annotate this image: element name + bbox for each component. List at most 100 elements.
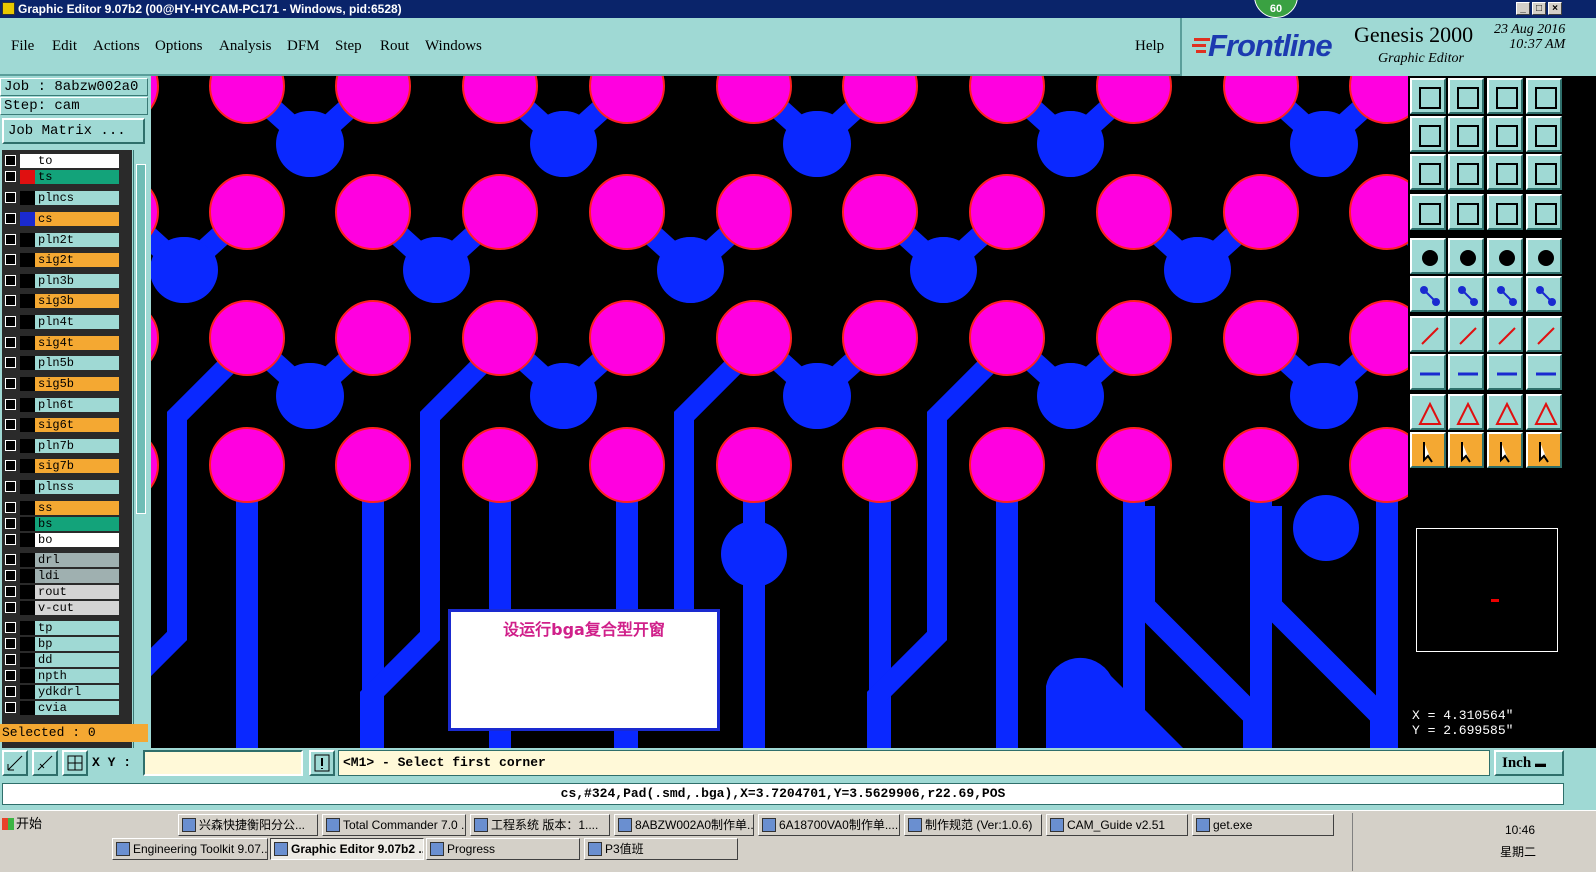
layer-checkbox[interactable] bbox=[5, 316, 16, 327]
layer-row-ydkdrl[interactable]: ydkdrl bbox=[2, 684, 120, 700]
bga-pad[interactable] bbox=[151, 76, 159, 123]
layer-row-tp[interactable]: tp bbox=[2, 620, 120, 636]
layer-checkbox[interactable] bbox=[5, 275, 16, 286]
menu-analysis[interactable]: Analysis bbox=[219, 38, 272, 55]
pan-right-icon[interactable] bbox=[1448, 116, 1484, 152]
bga-pad[interactable] bbox=[151, 428, 159, 502]
move-point-icon[interactable] bbox=[1487, 276, 1523, 312]
layer-color-swatch[interactable] bbox=[20, 480, 35, 494]
via[interactable] bbox=[276, 363, 342, 429]
layer-row-cvia[interactable]: cvia bbox=[2, 700, 120, 716]
layer-row-bp[interactable]: bp bbox=[2, 636, 120, 652]
bga-pad[interactable] bbox=[589, 174, 665, 250]
bga-pad[interactable] bbox=[1096, 174, 1172, 250]
layer-color-swatch[interactable] bbox=[20, 653, 35, 667]
close-button[interactable]: × bbox=[1548, 2, 1562, 15]
line-angle-icon[interactable] bbox=[1410, 316, 1446, 352]
layer-row-sig3b[interactable]: sig3b bbox=[2, 293, 120, 309]
layer-checkbox[interactable] bbox=[5, 622, 16, 633]
line-icon[interactable] bbox=[1448, 354, 1484, 390]
via[interactable] bbox=[530, 363, 596, 429]
layer-color-swatch[interactable] bbox=[20, 439, 35, 453]
layer-checkbox[interactable] bbox=[5, 460, 16, 471]
layer-color-swatch[interactable] bbox=[20, 294, 35, 308]
taskbar-item[interactable]: Graphic Editor 9.07b2 ... bbox=[270, 838, 424, 860]
select-area-icon[interactable] bbox=[1487, 432, 1523, 468]
layer-checkbox[interactable] bbox=[5, 378, 16, 389]
layer-checkbox[interactable] bbox=[5, 234, 16, 245]
layer-checkbox[interactable] bbox=[5, 254, 16, 265]
resize-icon[interactable] bbox=[1487, 354, 1523, 390]
taskbar-item[interactable]: CAM_Guide v2.51 bbox=[1046, 814, 1188, 836]
layer-checkbox[interactable] bbox=[5, 518, 16, 529]
menu-dfm[interactable]: DFM bbox=[287, 38, 320, 55]
layer-row-bs[interactable]: bs bbox=[2, 516, 120, 532]
layer-row-sig5b[interactable]: sig5b bbox=[2, 376, 120, 392]
layer-compare-icon[interactable] bbox=[1487, 194, 1523, 230]
layer-row-sig7b[interactable]: sig7b bbox=[2, 458, 120, 474]
layer-color-swatch[interactable] bbox=[20, 621, 35, 635]
taskbar-item[interactable]: get.exe bbox=[1192, 814, 1334, 836]
layer-checkbox[interactable] bbox=[5, 686, 16, 697]
layer-color-swatch[interactable] bbox=[20, 377, 35, 391]
pcb-drawing[interactable] bbox=[151, 76, 1408, 748]
layer-checkbox[interactable] bbox=[5, 702, 16, 713]
graphic-canvas[interactable]: 设运行bga复合型开窗 bbox=[151, 76, 1408, 748]
via[interactable] bbox=[783, 363, 849, 429]
layer-row-ldi[interactable]: ldi bbox=[2, 568, 120, 584]
bga-pad[interactable] bbox=[1096, 300, 1172, 376]
layer-color-swatch[interactable] bbox=[20, 601, 35, 615]
redraw-icon[interactable] bbox=[1526, 116, 1562, 152]
taskbar-item[interactable]: 8ABZW002A0制作单.... bbox=[614, 814, 754, 836]
layer-row-sig2t[interactable]: sig2t bbox=[2, 252, 120, 268]
bga-pad[interactable] bbox=[462, 300, 538, 376]
layer-checkbox[interactable] bbox=[5, 155, 16, 166]
menu-edit[interactable]: Edit bbox=[52, 38, 77, 55]
trace[interactable] bbox=[151, 358, 235, 748]
bga-pad[interactable] bbox=[1223, 427, 1299, 503]
layer-color-swatch[interactable] bbox=[20, 336, 35, 350]
bga-pad[interactable] bbox=[589, 300, 665, 376]
via[interactable] bbox=[1290, 363, 1356, 429]
layer-color-swatch[interactable] bbox=[20, 274, 35, 288]
scroll-thumb[interactable] bbox=[136, 164, 146, 514]
copper-area[interactable] bbox=[1046, 657, 1191, 748]
pan-left-icon[interactable] bbox=[1410, 116, 1446, 152]
layer-row-pln5b[interactable]: pln5b bbox=[2, 355, 120, 371]
layer-row-drl[interactable]: drl bbox=[2, 552, 120, 568]
layer-checkbox[interactable] bbox=[5, 295, 16, 306]
taskbar-item[interactable]: 6A18700VA0制作单.... bbox=[758, 814, 900, 836]
layer-color-swatch[interactable] bbox=[20, 701, 35, 715]
add-shape-icon[interactable] bbox=[1448, 238, 1484, 274]
bga-pad[interactable] bbox=[1349, 174, 1408, 250]
layer-checkbox[interactable] bbox=[5, 440, 16, 451]
layer-color-swatch[interactable] bbox=[20, 459, 35, 473]
layer-color-swatch[interactable] bbox=[20, 154, 35, 168]
snap-tool-icon[interactable] bbox=[1410, 194, 1446, 230]
taskbar-item[interactable]: 兴森快捷衡阳分公... bbox=[178, 814, 318, 836]
taskbar-item[interactable]: P3值班 bbox=[584, 838, 738, 860]
layer-color-swatch[interactable] bbox=[20, 585, 35, 599]
taskbar-item[interactable]: Total Commander 7.0 ... bbox=[322, 814, 466, 836]
bga-pad[interactable] bbox=[1223, 174, 1299, 250]
via[interactable] bbox=[403, 237, 469, 303]
via[interactable] bbox=[657, 237, 723, 303]
layer-checkbox[interactable] bbox=[5, 670, 16, 681]
measure-icon[interactable] bbox=[32, 750, 58, 776]
layer-row-pln4t[interactable]: pln4t bbox=[2, 314, 120, 330]
layer-row-sig6t[interactable]: sig6t bbox=[2, 417, 120, 433]
layer-checkbox[interactable] bbox=[5, 586, 16, 597]
via[interactable] bbox=[1290, 111, 1356, 177]
move-up-icon[interactable] bbox=[1410, 78, 1446, 114]
start-button[interactable]: 开始 bbox=[0, 813, 52, 835]
layer-color-swatch[interactable] bbox=[20, 533, 35, 547]
layer-color-swatch[interactable] bbox=[20, 418, 35, 432]
bga-pad[interactable] bbox=[335, 300, 411, 376]
layer-checkbox[interactable] bbox=[5, 213, 16, 224]
layer-row-to[interactable]: to bbox=[2, 153, 120, 169]
layer-row-npth[interactable]: npth bbox=[2, 668, 120, 684]
layer-checkbox[interactable] bbox=[5, 654, 16, 665]
layer-row-pln3b[interactable]: pln3b bbox=[2, 273, 120, 289]
layer-checkbox[interactable] bbox=[5, 638, 16, 649]
menu-help[interactable]: Help bbox=[1135, 38, 1164, 55]
